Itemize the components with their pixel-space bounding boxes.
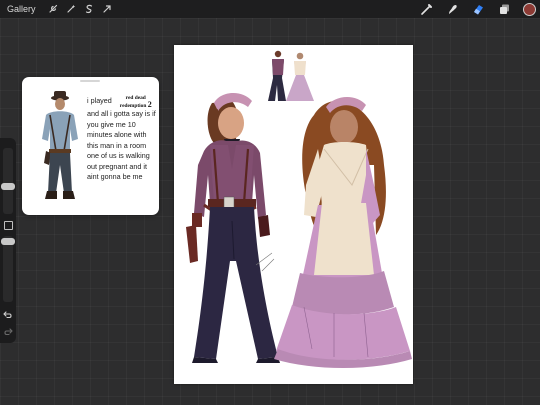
logo-line-1: red dead — [125, 95, 146, 101]
reference-photo-cowboy — [42, 91, 78, 199]
selection-icon[interactable] — [80, 0, 98, 18]
brush-size-slider[interactable] — [1, 148, 15, 214]
layers-icon[interactable] — [491, 0, 517, 18]
brush-icon[interactable] — [413, 0, 439, 18]
reference-drag-handle[interactable] — [80, 80, 100, 82]
reference-window[interactable]: i played red dead redemption 2 and all i… — [22, 77, 159, 215]
undo-icon[interactable] — [3, 310, 13, 319]
left-sidebar — [0, 138, 16, 343]
color-picker-button[interactable] — [523, 2, 536, 16]
logo-number: 2 — [147, 99, 152, 109]
smudge-icon[interactable] — [439, 0, 465, 18]
right-character — [274, 96, 412, 368]
brush-size-thumb[interactable] — [1, 183, 15, 190]
meme-line-prefix: i played — [87, 96, 112, 105]
redo-icon[interactable] — [3, 327, 13, 336]
thumbnail-sketches — [268, 50, 314, 101]
opacity-thumb[interactable] — [1, 238, 15, 245]
transform-arrow-icon[interactable] — [98, 0, 116, 18]
eraser-icon[interactable] — [465, 0, 491, 18]
top-toolbar: Gallery — [0, 0, 540, 18]
character-artwork — [186, 50, 412, 368]
magic-wand-icon[interactable] — [62, 0, 80, 18]
wrench-icon[interactable] — [44, 0, 62, 18]
logo-line-2: redemption — [119, 102, 147, 109]
meme-body: and all i gotta say is if you give me 10… — [87, 109, 156, 182]
opacity-slider[interactable] — [1, 236, 15, 302]
left-character — [186, 92, 280, 363]
gallery-button[interactable]: Gallery — [7, 4, 36, 14]
rdr2-logo: red dead redemption 2 — [119, 95, 152, 109]
modify-button[interactable] — [4, 221, 13, 230]
meme-text-block: i played red dead redemption 2 and all i… — [87, 95, 159, 183]
drawing-canvas[interactable] — [174, 45, 413, 384]
